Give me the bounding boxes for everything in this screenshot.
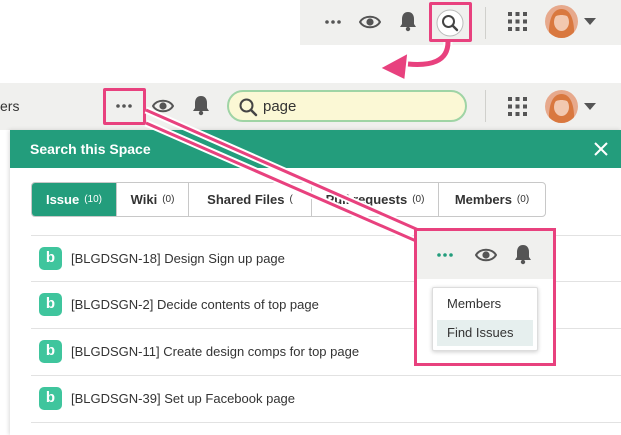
more-dots-icon[interactable]	[436, 249, 454, 261]
tab-count: (0)	[412, 194, 425, 205]
result-title[interactable]: [BLGDSGN-39] Set up Facebook page	[71, 391, 295, 406]
avatar[interactable]	[545, 5, 578, 38]
tab-count: (0)	[162, 194, 175, 205]
more-dropdown-menu: Members Find Issues	[432, 287, 538, 351]
issue-type-icon: b	[39, 247, 62, 270]
result-tabs: Issue (10) Wiki (0) Shared Files ( Pull req…	[31, 182, 546, 217]
more-dots-icon[interactable]	[324, 15, 342, 29]
tab-label: Pull requests	[325, 192, 408, 207]
toolbar-separator	[485, 7, 486, 39]
panel-header: Search this Space	[10, 130, 621, 168]
callout-toolbar	[417, 231, 553, 279]
tab-label: Shared Files	[207, 192, 285, 207]
tab-label: Wiki	[130, 192, 158, 207]
issue-type-icon: b	[39, 293, 62, 316]
tab-count: (	[289, 194, 293, 205]
menu-item-find-issues[interactable]: Find Issues	[437, 320, 533, 346]
more-dots-icon[interactable]	[115, 100, 133, 112]
bell-icon[interactable]	[513, 243, 533, 265]
chevron-down-icon[interactable]	[584, 103, 596, 110]
result-title[interactable]: [BLGDSGN-18] Design Sign up page	[71, 251, 285, 266]
bell-icon[interactable]	[191, 94, 211, 116]
issue-type-icon: b	[39, 340, 62, 363]
close-icon[interactable]	[594, 142, 608, 156]
tab-pull-requests[interactable]: Pull requests (0)	[312, 183, 439, 216]
more-menu-callout: Members Find Issues	[414, 228, 556, 366]
issue-type-icon: b	[39, 387, 62, 410]
tab-wiki[interactable]: Wiki (0)	[117, 183, 189, 216]
grid-icon[interactable]	[508, 12, 527, 31]
grid-icon[interactable]	[508, 97, 527, 116]
tab-label: Issue	[45, 192, 80, 207]
search-input[interactable]: page	[227, 90, 467, 122]
eye-icon[interactable]	[152, 95, 174, 117]
list-item[interactable]: b [BLGDSGN-39] Set up Facebook page	[31, 376, 621, 423]
search-query: page	[263, 98, 297, 115]
result-title[interactable]: [BLGDSGN-2] Decide contents of top page	[71, 297, 319, 312]
search-icon[interactable]	[436, 9, 464, 37]
eye-icon[interactable]	[359, 11, 381, 33]
toolbar-separator	[485, 90, 486, 122]
avatar[interactable]	[545, 90, 578, 123]
search-icon	[238, 97, 258, 117]
breadcrumb: ers	[0, 98, 20, 114]
tab-members[interactable]: Members (0)	[439, 183, 545, 216]
tab-label: Members	[454, 192, 512, 207]
bell-icon[interactable]	[398, 10, 418, 32]
tab-issue[interactable]: Issue (10)	[32, 183, 117, 216]
chevron-down-icon[interactable]	[584, 18, 596, 25]
tab-count: (10)	[84, 194, 103, 205]
tab-count: (0)	[516, 194, 530, 205]
panel-title: Search this Space	[30, 141, 151, 157]
tab-shared-files[interactable]: Shared Files (	[189, 183, 312, 216]
eye-icon[interactable]	[475, 244, 497, 266]
result-title[interactable]: [BLGDSGN-11] Create design comps for top…	[71, 344, 359, 359]
menu-item-members[interactable]: Members	[437, 291, 533, 317]
